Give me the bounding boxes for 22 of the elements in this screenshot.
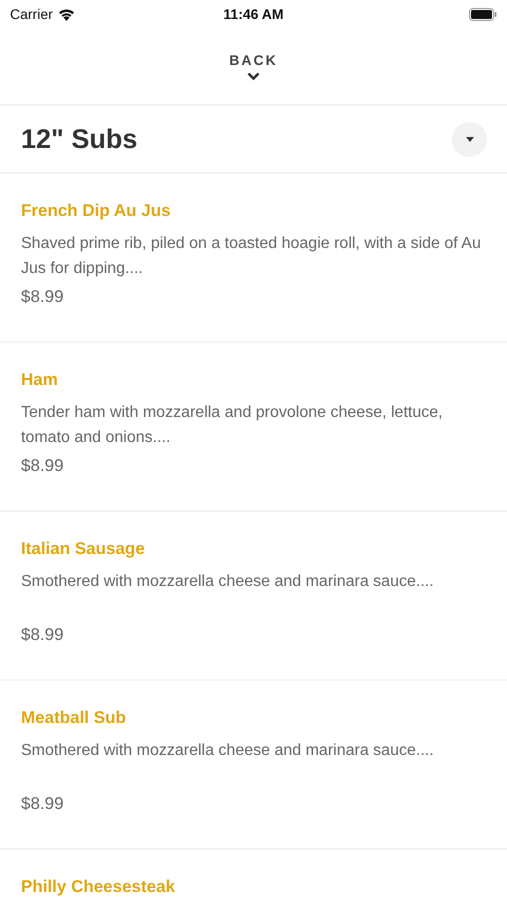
item-name[interactable]: Meatball Sub — [21, 708, 486, 728]
item-price: $8.99 — [21, 794, 65, 814]
item-price: $8.99 — [21, 287, 65, 307]
dropdown-button[interactable] — [452, 122, 487, 156]
category-title: 12" Subs — [21, 124, 138, 154]
item-name[interactable]: Ham — [21, 370, 486, 390]
back-button[interactable]: BACK — [229, 52, 278, 80]
caret-icon — [466, 136, 474, 142]
carrier-label: Carrier — [10, 6, 53, 22]
status-time: 11:46 AM — [223, 6, 284, 22]
item-price: $8.99 — [21, 625, 65, 645]
item-name[interactable]: Italian Sausage — [21, 539, 486, 559]
item-description: Smothered with mozzarella cheese and marinara sauce.... — [21, 572, 435, 592]
chevron-down-icon — [246, 72, 260, 80]
item-name[interactable]: French Dip Au Jus — [21, 201, 486, 221]
item-description: Tender ham with mozzarella and provolone cheese, lettuce, tomato and onions.... — [21, 403, 444, 448]
item-description: Shaved prime rib, piled on a toasted hoagie roll, with a side of Au Jus for dipping.... — [21, 234, 482, 279]
item-price: $8.99 — [21, 456, 65, 476]
item-name[interactable]: Philly Cheesesteak — [21, 877, 486, 897]
wifi-icon — [58, 8, 75, 20]
item-description: Smothered with mozzarella cheese and marinara sauce.... — [21, 741, 435, 761]
battery-icon — [469, 8, 497, 20]
